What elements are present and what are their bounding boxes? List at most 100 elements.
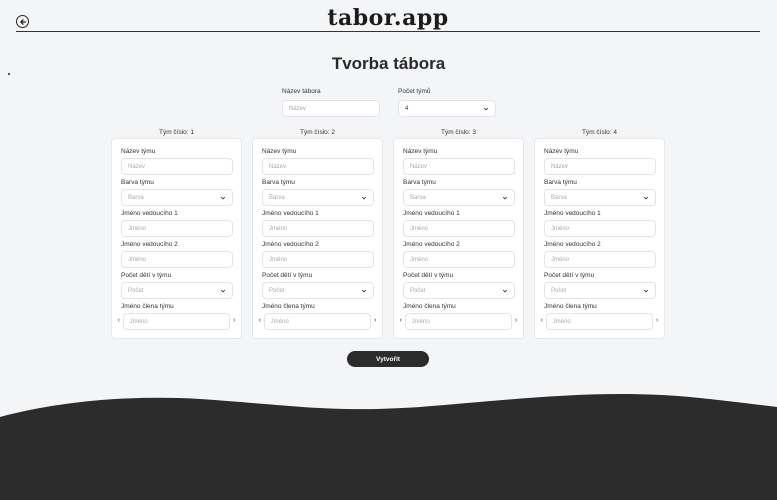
member-carousel: ‹ Jméno › <box>115 311 238 330</box>
team-color-select[interactable]: Barva <box>262 189 374 206</box>
leader2-label: Jméno vedoucího 2 <box>262 241 319 248</box>
leader2-label: Jméno vedoucího 2 <box>121 241 178 248</box>
leader1-label: Jméno vedoucího 1 <box>121 210 178 217</box>
team-color-select[interactable]: Barva <box>403 189 515 206</box>
team-color-label: Barva týmu <box>262 179 295 186</box>
member-name-input[interactable]: Jméno <box>263 313 372 330</box>
team-heading: Tým číslo: 2 <box>299 129 336 136</box>
chevron-down-icon <box>220 196 226 200</box>
team-name-label: Název týmu <box>544 148 579 155</box>
team-column: Tým číslo: 2 Název týmu Název Barva týmu… <box>252 129 383 339</box>
camp-name-label: Název tábora <box>282 88 321 95</box>
team-name-input[interactable]: Název <box>403 158 515 175</box>
leader2-input[interactable]: Jméno <box>403 251 515 268</box>
team-card: Název týmu Název Barva týmu Barva Jméno … <box>534 138 665 339</box>
kids-count-label: Počet dětí v týmu <box>403 272 454 279</box>
kids-count-select[interactable]: Počet <box>403 282 515 299</box>
chevron-down-icon <box>643 196 649 200</box>
camp-settings: Název tábora Název Počet týmů 4 <box>282 88 496 117</box>
member-name-input[interactable]: Jméno <box>122 313 231 330</box>
camp-name-input[interactable]: Název <box>282 100 380 117</box>
chevron-right-icon[interactable]: › <box>230 317 238 324</box>
team-name-label: Název týmu <box>262 148 297 155</box>
member-name-input[interactable]: Jméno <box>545 313 654 330</box>
chevron-down-icon <box>502 289 508 293</box>
kids-count-select[interactable]: Počet <box>262 282 374 299</box>
footer-wave <box>0 394 777 500</box>
member-carousel: ‹ Jméno › <box>538 311 661 330</box>
kids-count-select[interactable]: Počet <box>544 282 656 299</box>
kids-count-label: Počet dětí v týmu <box>121 272 172 279</box>
team-column: Tým číslo: 3 Název týmu Název Barva týmu… <box>393 129 524 339</box>
chevron-down-icon <box>643 289 649 293</box>
header: tabor.app <box>16 0 760 32</box>
team-count-label: Počet týmů <box>398 88 431 95</box>
chevron-down-icon <box>220 289 226 293</box>
team-color-value: Barva <box>551 194 567 201</box>
chevron-left-icon[interactable]: ‹ <box>256 317 264 324</box>
chevron-down-icon <box>361 289 367 293</box>
chevron-right-icon[interactable]: › <box>512 317 520 324</box>
chevron-down-icon <box>502 196 508 200</box>
team-heading: Tým číslo: 4 <box>581 129 618 136</box>
team-heading: Tým číslo: 3 <box>440 129 477 136</box>
leader1-input[interactable]: Jméno <box>403 220 515 237</box>
kids-count-label: Počet dětí v týmu <box>544 272 595 279</box>
team-color-label: Barva týmu <box>403 179 436 186</box>
leader2-label: Jméno vedoucího 2 <box>403 241 460 248</box>
leader2-label: Jméno vedoucího 2 <box>544 241 601 248</box>
team-name-input[interactable]: Název <box>262 158 374 175</box>
member-carousel: ‹ Jméno › <box>397 311 520 330</box>
member-name-label: Jméno člena týmu <box>121 303 174 310</box>
chevron-right-icon[interactable]: › <box>653 317 661 324</box>
leader1-input[interactable]: Jméno <box>544 220 656 237</box>
leader2-input[interactable]: Jméno <box>544 251 656 268</box>
leader1-label: Jméno vedoucího 1 <box>403 210 460 217</box>
chevron-down-icon <box>361 196 367 200</box>
leader1-input[interactable]: Jméno <box>262 220 374 237</box>
leader2-input[interactable]: Jméno <box>121 251 233 268</box>
team-name-input[interactable]: Název <box>121 158 233 175</box>
team-heading: Tým číslo: 1 <box>158 129 195 136</box>
team-column: Tým číslo: 1 Název týmu Název Barva týmu… <box>111 129 242 339</box>
leader1-label: Jméno vedoucího 1 <box>544 210 601 217</box>
team-color-label: Barva týmu <box>544 179 577 186</box>
teams-container: Tým číslo: 1 Název týmu Název Barva týmu… <box>111 129 665 339</box>
team-color-value: Barva <box>128 194 144 201</box>
team-name-label: Název týmu <box>121 148 156 155</box>
team-name-input[interactable]: Název <box>544 158 656 175</box>
team-color-select[interactable]: Barva <box>121 189 233 206</box>
team-count-field: Počet týmů 4 <box>398 88 496 117</box>
chevron-down-icon <box>483 107 489 111</box>
team-count-select[interactable]: 4 <box>398 100 496 117</box>
leader1-label: Jméno vedoucího 1 <box>262 210 319 217</box>
member-name-label: Jméno člena týmu <box>262 303 315 310</box>
team-card: Název týmu Název Barva týmu Barva Jméno … <box>252 138 383 339</box>
chevron-left-icon[interactable]: ‹ <box>538 317 546 324</box>
team-card: Název týmu Název Barva týmu Barva Jméno … <box>111 138 242 339</box>
camp-name-field: Název tábora Název <box>282 88 380 117</box>
kids-count-value: Počet <box>128 287 144 294</box>
kids-count-value: Počet <box>410 287 426 294</box>
member-name-input[interactable]: Jméno <box>404 313 513 330</box>
kids-count-value: Počet <box>551 287 567 294</box>
page-title: Tvorba tábora <box>331 54 446 73</box>
team-color-select[interactable]: Barva <box>544 189 656 206</box>
chevron-left-icon[interactable]: ‹ <box>115 317 123 324</box>
member-name-label: Jméno člena týmu <box>403 303 456 310</box>
kids-count-value: Počet <box>269 287 285 294</box>
chevron-left-icon[interactable]: ‹ <box>397 317 405 324</box>
kids-count-select[interactable]: Počet <box>121 282 233 299</box>
team-name-label: Název týmu <box>403 148 438 155</box>
create-button[interactable]: Vytvořit <box>347 351 429 367</box>
team-color-value: Barva <box>410 194 426 201</box>
member-name-label: Jméno člena týmu <box>544 303 597 310</box>
team-count-value: 4 <box>405 105 409 112</box>
leader1-input[interactable]: Jméno <box>121 220 233 237</box>
team-column: Tým číslo: 4 Název týmu Název Barva týmu… <box>534 129 665 339</box>
chevron-right-icon[interactable]: › <box>371 317 379 324</box>
leader2-input[interactable]: Jméno <box>262 251 374 268</box>
team-card: Název týmu Název Barva týmu Barva Jméno … <box>393 138 524 339</box>
app-logo[interactable]: tabor.app <box>16 5 760 31</box>
team-color-label: Barva týmu <box>121 179 154 186</box>
